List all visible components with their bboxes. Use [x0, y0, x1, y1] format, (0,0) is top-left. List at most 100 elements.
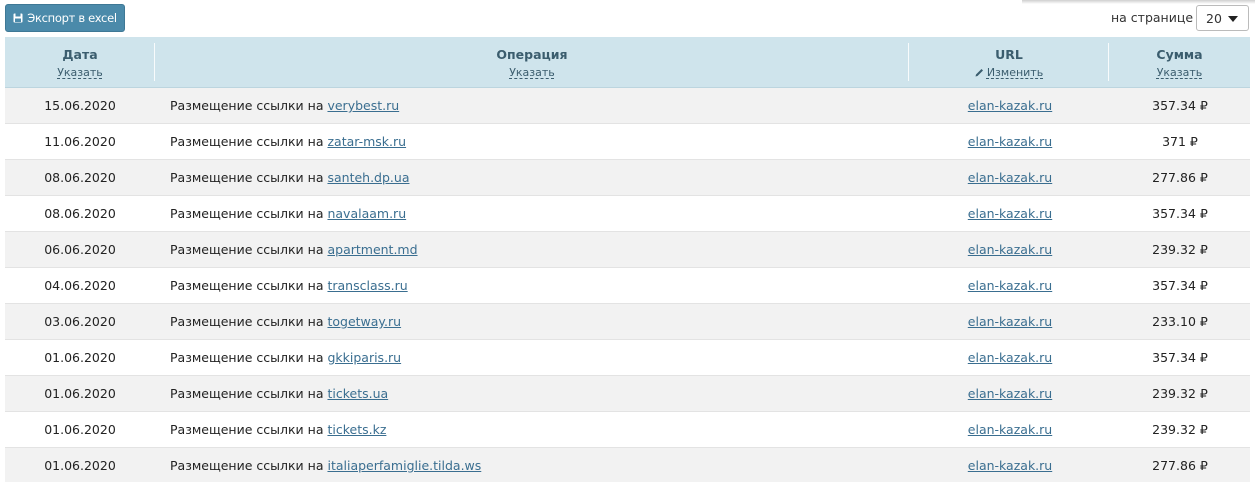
column-title: Дата — [62, 47, 98, 62]
table-row: 15.06.2020 Размещение ссылки на verybest.… — [5, 88, 1250, 124]
operation-prefix: Размещение ссылки на — [170, 278, 324, 293]
table-row: 01.06.2020 Размещение ссылки на gkkiparis… — [5, 340, 1250, 376]
row-url: elan-kazak.ru — [910, 232, 1110, 267]
site-link[interactable]: tickets.ua — [327, 386, 388, 401]
row-url: elan-kazak.ru — [910, 448, 1110, 482]
table-row: 01.06.2020 Размещение ссылки на italiaper… — [5, 448, 1250, 482]
site-link[interactable]: zatar-msk.ru — [327, 134, 406, 149]
operation-prefix: Размещение ссылки на — [170, 206, 324, 221]
url-link[interactable]: elan-kazak.ru — [968, 386, 1052, 401]
url-link[interactable]: elan-kazak.ru — [968, 98, 1052, 113]
row-url: elan-kazak.ru — [910, 376, 1110, 411]
table-row: 06.06.2020 Размещение ссылки на apartment… — [5, 232, 1250, 268]
operations-table: Дата Указать Операция Указать URL Измени… — [5, 37, 1250, 482]
operation-prefix: Размещение ссылки на — [170, 386, 324, 401]
operation-prefix: Размещение ссылки на — [170, 242, 324, 257]
per-page-value: 20 — [1206, 10, 1222, 26]
row-sum: 357.34 ₽ — [1152, 278, 1208, 293]
row-date: 04.06.2020 — [44, 278, 116, 293]
row-operation: Размещение ссылки на gkkiparis.ru — [170, 340, 401, 375]
row-date: 01.06.2020 — [44, 386, 116, 401]
row-url: elan-kazak.ru — [910, 124, 1110, 159]
table-row: 08.06.2020 Размещение ссылки на santeh.dp… — [5, 160, 1250, 196]
url-link[interactable]: elan-kazak.ru — [968, 278, 1052, 293]
table-row: 11.06.2020 Размещение ссылки на zatar-msk… — [5, 124, 1250, 160]
url-link[interactable]: elan-kazak.ru — [968, 170, 1052, 185]
site-link[interactable]: navalaam.ru — [327, 206, 406, 221]
operation-prefix: Размещение ссылки на — [170, 134, 324, 149]
row-operation: Размещение ссылки на navalaam.ru — [170, 196, 406, 231]
per-page-select[interactable]: 20 — [1196, 5, 1249, 31]
row-date: 01.06.2020 — [44, 350, 116, 365]
operation-prefix: Размещение ссылки на — [170, 350, 324, 365]
row-operation: Размещение ссылки на santeh.dp.ua — [170, 160, 409, 195]
table-row: 01.06.2020 Размещение ссылки на tickets.k… — [5, 412, 1250, 448]
row-url: elan-kazak.ru — [910, 88, 1110, 123]
row-sum: 357.34 ₽ — [1152, 206, 1208, 221]
site-link[interactable]: verybest.ru — [327, 98, 399, 113]
site-link[interactable]: apartment.md — [327, 242, 417, 257]
row-sum: 277.86 ₽ — [1152, 170, 1208, 185]
site-link[interactable]: togetway.ru — [327, 314, 401, 329]
row-operation: Размещение ссылки на verybest.ru — [170, 88, 399, 123]
operation-filter-link[interactable]: Указать — [509, 66, 555, 79]
url-link[interactable]: elan-kazak.ru — [968, 206, 1052, 221]
row-sum: 239.32 ₽ — [1152, 422, 1208, 437]
site-link[interactable]: tickets.kz — [327, 422, 386, 437]
url-link[interactable]: elan-kazak.ru — [968, 242, 1052, 257]
url-link[interactable]: elan-kazak.ru — [968, 134, 1052, 149]
date-filter-link[interactable]: Указать — [57, 66, 103, 79]
table-row: 01.06.2020 Размещение ссылки на tickets.u… — [5, 376, 1250, 412]
sum-filter-link[interactable]: Указать — [1157, 66, 1203, 79]
row-sum: 357.34 ₽ — [1152, 98, 1208, 113]
column-title: Сумма — [1156, 47, 1203, 62]
column-title: URL — [995, 47, 1023, 62]
table-row: 03.06.2020 Размещение ссылки на togetway.… — [5, 304, 1250, 340]
row-sum: 239.32 ₽ — [1152, 386, 1208, 401]
column-title: Операция — [496, 47, 568, 62]
row-url: elan-kazak.ru — [910, 268, 1110, 303]
row-date: 03.06.2020 — [44, 314, 116, 329]
row-sum: 239.32 ₽ — [1152, 242, 1208, 257]
row-date: 01.06.2020 — [44, 458, 116, 473]
toolbar: Экспорт в excel на странице 20 — [0, 0, 1255, 37]
site-link[interactable]: gkkiparis.ru — [327, 350, 401, 365]
column-operation: Операция Указать — [155, 37, 909, 88]
caret-down-icon — [1228, 16, 1238, 22]
row-date: 06.06.2020 — [44, 242, 116, 257]
url-link[interactable]: elan-kazak.ru — [968, 422, 1052, 437]
export-label: Экспорт в excel — [27, 11, 117, 25]
row-url: elan-kazak.ru — [910, 412, 1110, 447]
save-icon — [13, 13, 23, 23]
export-excel-button[interactable]: Экспорт в excel — [5, 4, 125, 32]
url-change-link[interactable]: Изменить — [975, 66, 1043, 80]
row-url: elan-kazak.ru — [910, 160, 1110, 195]
row-operation: Размещение ссылки на apartment.md — [170, 232, 418, 267]
row-operation: Размещение ссылки на tickets.kz — [170, 412, 386, 447]
url-link[interactable]: elan-kazak.ru — [968, 350, 1052, 365]
row-date: 11.06.2020 — [44, 134, 116, 149]
row-sum: 233.10 ₽ — [1152, 314, 1208, 329]
row-date: 08.06.2020 — [44, 170, 116, 185]
row-date: 08.06.2020 — [44, 206, 116, 221]
url-link[interactable]: elan-kazak.ru — [968, 314, 1052, 329]
row-sum: 277.86 ₽ — [1152, 458, 1208, 473]
row-url: elan-kazak.ru — [910, 304, 1110, 339]
site-link[interactable]: italiaperfamiglie.tilda.ws — [327, 458, 481, 473]
site-link[interactable]: santeh.dp.ua — [327, 170, 409, 185]
table-row: 08.06.2020 Размещение ссылки на navalaam.… — [5, 196, 1250, 232]
site-link[interactable]: transclass.ru — [327, 278, 407, 293]
row-operation: Размещение ссылки на transclass.ru — [170, 268, 408, 303]
column-date: Дата Указать — [5, 37, 155, 88]
row-operation: Размещение ссылки на zatar-msk.ru — [170, 124, 406, 159]
row-date: 15.06.2020 — [44, 98, 116, 113]
url-link[interactable]: elan-kazak.ru — [968, 458, 1052, 473]
pencil-icon — [975, 67, 984, 80]
row-operation: Размещение ссылки на tickets.ua — [170, 376, 388, 411]
column-url: URL Изменить — [909, 37, 1109, 88]
operation-prefix: Размещение ссылки на — [170, 458, 324, 473]
row-url: elan-kazak.ru — [910, 340, 1110, 375]
per-page-label: на странице — [1111, 10, 1194, 25]
operation-prefix: Размещение ссылки на — [170, 422, 324, 437]
row-url: elan-kazak.ru — [910, 196, 1110, 231]
